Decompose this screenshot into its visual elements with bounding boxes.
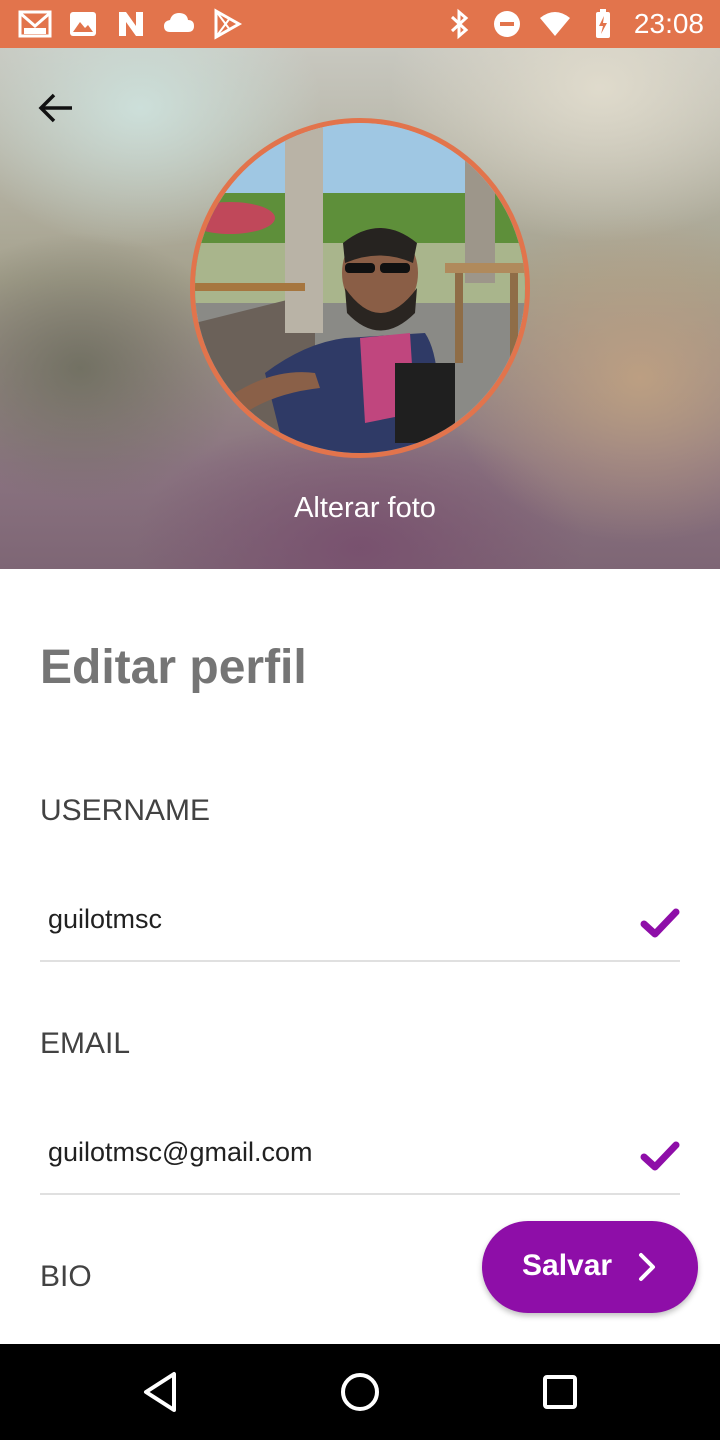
bluetooth-icon [450,8,469,40]
image-icon [70,12,96,36]
play-store-icon [214,8,243,40]
notification-icons [18,8,244,40]
profile-header: Alterar foto [0,48,720,569]
avatar[interactable] [190,118,530,458]
username-label: USERNAME [40,794,211,827]
chevron-right-icon [639,1253,655,1281]
do-not-disturb-icon [493,11,520,37]
email-field[interactable]: guilotmsc@gmail.com [40,1125,680,1195]
wifi-icon [539,12,570,36]
email-label: EMAIL [40,1027,131,1060]
arrow-back-icon[interactable] [32,84,80,132]
n-app-icon [119,12,143,36]
check-icon [640,908,680,938]
save-button[interactable]: Salvar [482,1221,698,1313]
cloud-icon [164,13,194,32]
bio-label: BIO [40,1260,92,1293]
battery-charging-icon [595,9,610,38]
save-button-label: Salvar [522,1249,613,1282]
clock: 23:08 [633,8,704,39]
gmail-icon [18,10,52,38]
navigation-bar [0,1344,720,1440]
back-triangle-icon[interactable] [138,1370,182,1414]
check-icon [640,1141,680,1171]
home-circle-icon[interactable] [338,1370,382,1414]
username-value[interactable]: guilotmsc [48,904,162,935]
page-title: Editar perfil [40,641,307,694]
status-bar: 23:08 [0,0,720,48]
email-value[interactable]: guilotmsc@gmail.com [48,1137,312,1168]
recents-square-icon[interactable] [538,1370,582,1414]
username-field[interactable]: guilotmsc [40,892,680,962]
change-photo-link[interactable]: Alterar foto [0,492,720,525]
system-icons: 23:08 [442,0,704,48]
profile-photo [195,123,525,453]
